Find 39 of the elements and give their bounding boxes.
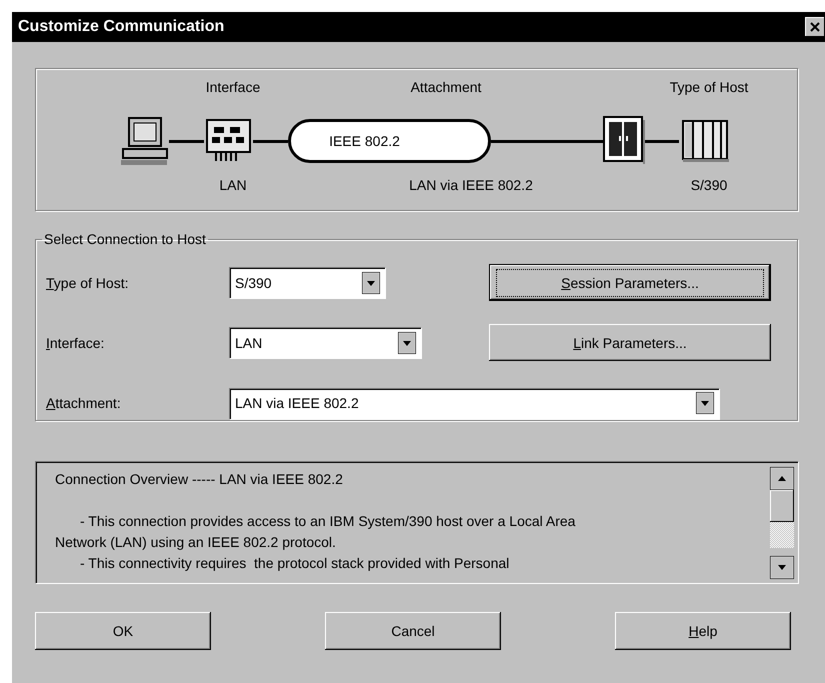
window-title: Customize Communication: [18, 18, 224, 36]
computer-icon: [119, 116, 169, 166]
parameters-button[interactable]: Session Parameters...: [489, 264, 771, 301]
scroll-bar[interactable]: [770, 467, 794, 579]
scroll-down-icon[interactable]: [770, 556, 794, 579]
field-label: Attachment:: [46, 395, 122, 411]
dropdown-arrow-icon[interactable]: [362, 272, 380, 294]
dialog-button[interactable]: Cancel: [325, 612, 501, 650]
scroll-up-icon[interactable]: [770, 467, 794, 490]
overview-line: - This connection provides access to an IBM System/390 host over a Local Area: [79, 512, 576, 531]
dropdown-arrow-icon[interactable]: [696, 392, 714, 414]
cabinet-icon: [603, 116, 645, 164]
overview-line: Connection Overview ----- LAN via IEEE 802.2: [55, 470, 344, 489]
dropdown-field[interactable]: LAN: [229, 327, 421, 358]
parameters-button[interactable]: Link Parameters...: [489, 324, 771, 361]
mainframe-icon: [679, 119, 731, 162]
connector-line: [645, 140, 679, 143]
dropdown-arrow-icon[interactable]: [398, 332, 416, 354]
close-button[interactable]: [805, 17, 825, 37]
field-label: Type of Host:: [46, 274, 130, 290]
connector-line: [253, 140, 288, 143]
field-label: Interface:: [46, 334, 106, 350]
overview-line: Network (LAN) using an IEEE 802.2 protocol.: [55, 533, 337, 552]
scroll-thumb[interactable]: [770, 490, 794, 522]
diagram-caption: S/390: [690, 177, 728, 193]
diagram-caption: LAN via IEEE 802.2: [409, 177, 533, 193]
connector-line: [169, 140, 204, 143]
dialog-button[interactable]: Help: [615, 612, 791, 650]
dialog-button[interactable]: OK: [35, 612, 211, 650]
close-icon[interactable]: [810, 22, 820, 32]
diagram-heading: Interface: [206, 79, 260, 95]
group-label: Select Connection to Host: [43, 231, 207, 247]
dropdown-field[interactable]: LAN via IEEE 802.2: [229, 388, 719, 418]
adapter-card-icon: [204, 117, 253, 164]
diagram-caption: LAN: [219, 177, 247, 193]
dropdown-field[interactable]: S/390: [229, 267, 385, 298]
overview-line: - This connectivity requires the protocol stack provided with Personal: [79, 554, 510, 573]
diagram-heading: Type of Host: [670, 79, 748, 95]
diagram-heading: Attachment: [410, 79, 482, 95]
